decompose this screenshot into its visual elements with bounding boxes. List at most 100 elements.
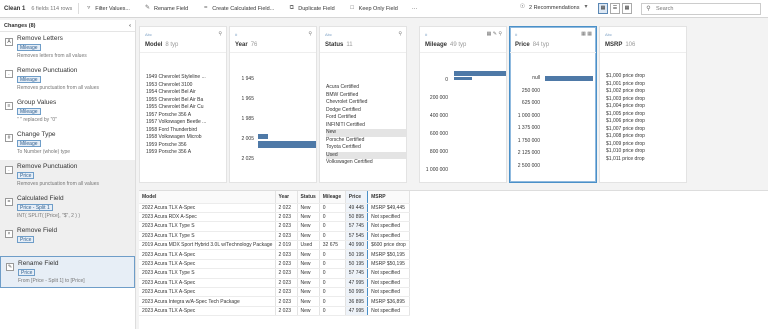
table-cell[interactable]: 40 990	[344, 240, 369, 251]
recommendations-button[interactable]: ☉ 2 Recommendations ▾	[519, 4, 589, 11]
filter-values-button[interactable]: ▿ Filter Values...	[85, 5, 130, 12]
value-item[interactable]: New	[326, 129, 406, 137]
value-item[interactable]: 1955 Chevrolet Bel Air Ba	[146, 97, 206, 105]
table-cell[interactable]: 2 023	[275, 249, 298, 260]
table-cell[interactable]: New	[297, 212, 320, 223]
table-cell[interactable]: Used	[297, 240, 320, 251]
table-row[interactable]: 2023 Acura Integra w/A-Spec Tech Package…	[139, 296, 410, 307]
table-cell[interactable]: New	[297, 268, 320, 279]
year-bar[interactable]	[258, 141, 316, 148]
value-item[interactable]: $1,000 price drop	[606, 73, 645, 81]
table-cell[interactable]: New	[297, 296, 320, 307]
card-menu-icons[interactable]: ▦ ▦	[581, 31, 592, 37]
table-cell[interactable]: 57 545	[344, 231, 369, 242]
collapse-icon[interactable]: ‹	[129, 23, 131, 29]
table-row[interactable]: 2023 Acura TLX A-Spec 2 023 New 0 50 195 MSRP…	[139, 259, 410, 270]
value-item[interactable]: $1,002 price drop	[606, 88, 645, 96]
change-item-rename-field[interactable]: ✎ Rename Field Price From [Price - Split 1]…	[0, 256, 135, 288]
table-cell[interactable]: Not specified	[367, 268, 410, 279]
column-header-price[interactable]: Price	[344, 191, 369, 204]
table-cell[interactable]: 36 895	[344, 296, 369, 307]
table-cell[interactable]: 50 195	[344, 249, 369, 260]
table-row[interactable]: 2023 Acura TLX A-Spec 2 023 New 0 50 995 Not …	[139, 287, 410, 298]
table-cell[interactable]: New	[297, 231, 320, 242]
pin-icon[interactable]: ⚲	[308, 31, 312, 37]
column-header-msrp[interactable]: MSRP	[367, 191, 410, 204]
table-cell[interactable]: 2022 Acura TLX A-Spec	[139, 203, 276, 213]
table-cell[interactable]: MSRP $50,195	[367, 259, 410, 270]
value-list[interactable]: Acura Certified BMW Certified Chevrolet Ce…	[326, 84, 406, 167]
column-header-status[interactable]: Status	[297, 191, 320, 204]
data-grid-view-button[interactable]: ▦	[622, 3, 632, 14]
table-cell[interactable]: New	[297, 249, 320, 260]
change-item-change-type[interactable]: # Change Type Mileage To Number (whole) typ…	[0, 128, 135, 160]
table-cell[interactable]: 2023 Acura TLX Type S	[139, 268, 276, 279]
column-header-model[interactable]: Model	[139, 191, 276, 204]
value-item[interactable]: 1953 Chevrolet 3100	[146, 82, 206, 90]
change-item-group-values[interactable]: ≡ Group Values Mileage " " replaced by "0"	[0, 96, 135, 128]
value-item[interactable]: 1958 Ford Thunderbird	[146, 127, 206, 135]
table-cell[interactable]: Not specified	[367, 212, 410, 223]
table-cell[interactable]: 50 895	[344, 212, 369, 223]
table-cell[interactable]: Not specified	[367, 221, 410, 232]
rename-field-button[interactable]: ✎ Rename Field	[144, 5, 188, 12]
value-item[interactable]: $1,011 price drop	[606, 156, 645, 164]
value-item[interactable]: $1,004 price drop	[606, 103, 645, 111]
value-item[interactable]: $1,009 price drop	[606, 141, 645, 149]
table-cell[interactable]: MSRP $50,195	[367, 249, 410, 260]
table-row[interactable]: 2022 Acura TLX A-Spec 2 022 New 0 49 445 MSRP…	[139, 203, 410, 213]
table-cell[interactable]: New	[297, 278, 320, 289]
value-item[interactable]: $1,006 price drop	[606, 118, 645, 126]
table-cell[interactable]: 47 995	[344, 278, 369, 289]
value-item[interactable]: Chevrolet Certified	[326, 99, 406, 107]
table-cell[interactable]: 57 745	[344, 268, 369, 279]
table-cell[interactable]: 0	[319, 203, 346, 213]
value-item[interactable]: Ford Certified	[326, 114, 406, 122]
value-item[interactable]: 1954 Chevrolet Bel Air	[146, 89, 206, 97]
create-calculated-field-button[interactable]: = Create Calculated Field...	[202, 5, 274, 12]
table-cell[interactable]: 0	[319, 296, 346, 307]
table-cell[interactable]: 50 195	[344, 259, 369, 270]
value-item[interactable]: 1949 Chevrolet Styleline ...	[146, 74, 206, 82]
table-cell[interactable]: 2 023	[275, 306, 298, 317]
value-item[interactable]: Volkswagen Certified	[326, 159, 406, 167]
search-input[interactable]: ⚲ Search	[641, 3, 761, 15]
table-cell[interactable]: 2 023	[275, 296, 298, 307]
value-item[interactable]: 1958 Volkswagen Microb	[146, 134, 206, 142]
duplicate-field-button[interactable]: ⧉ Duplicate Field	[288, 5, 335, 12]
table-cell[interactable]: 0	[319, 259, 346, 270]
table-cell[interactable]: 2023 Acura TLX A-Spec	[139, 278, 276, 289]
table-cell[interactable]: Not specified	[367, 306, 410, 317]
table-cell[interactable]: 2023 Acura TLX A-Spec	[139, 259, 276, 270]
table-cell[interactable]: 2019 Acura MDX Sport Hybrid 3.0L w/Techn…	[139, 240, 276, 251]
value-item[interactable]: Dodge Certified	[326, 107, 406, 115]
column-header-mileage[interactable]: Mileage	[319, 191, 346, 204]
value-item[interactable]: INFINITI Certified	[326, 122, 406, 130]
value-item[interactable]: Used	[326, 151, 406, 159]
mileage-bar[interactable]	[454, 71, 506, 76]
table-row[interactable]: 2023 Acura TLX A-Spec 2 023 New 0 50 195 MSRP…	[139, 249, 410, 260]
table-cell[interactable]: New	[297, 287, 320, 298]
table-cell[interactable]: 2 023	[275, 278, 298, 289]
table-cell[interactable]: 0	[319, 268, 346, 279]
value-list[interactable]: $1,000 price drop $1,001 price drop $1,002…	[606, 73, 645, 163]
value-item[interactable]: 1955 Chevrolet Bel Air Cu	[146, 104, 206, 112]
table-cell[interactable]: 0	[319, 287, 346, 298]
table-cell[interactable]: $600 price drop	[367, 240, 410, 251]
table-cell[interactable]: 2 023	[275, 268, 298, 279]
change-item-remove-field[interactable]: × Remove Field Price	[0, 224, 135, 256]
year-bar[interactable]	[258, 134, 268, 139]
table-cell[interactable]: 0	[319, 212, 346, 223]
value-item[interactable]: Toyota Certified	[326, 144, 406, 152]
change-item-remove-punctuation[interactable]: . Remove Punctuation Mileage Removes punctu…	[0, 64, 135, 96]
profile-card-mileage[interactable]: # ▦ ✎ ⚲ Mileage 49 typ 0 200 000 400 000 600…	[419, 26, 507, 183]
table-row[interactable]: 2023 Acura TLX Type S2 023 New 0 57 745 Not …	[139, 268, 410, 279]
list-view-button[interactable]: ☰	[610, 3, 620, 14]
table-cell[interactable]: 49 445	[344, 203, 369, 213]
mileage-bar[interactable]	[454, 77, 472, 80]
change-item-remove-letters[interactable]: A Remove Letters Mileage Removes letters fr…	[0, 32, 135, 64]
value-list[interactable]: 1949 Chevrolet Styleline ... 1953 Chevrol…	[146, 74, 206, 157]
table-cell[interactable]: 2023 Acura TLX Type S	[139, 231, 276, 242]
table-cell[interactable]: 2 023	[275, 212, 298, 223]
table-cell[interactable]: Not specified	[367, 287, 410, 298]
